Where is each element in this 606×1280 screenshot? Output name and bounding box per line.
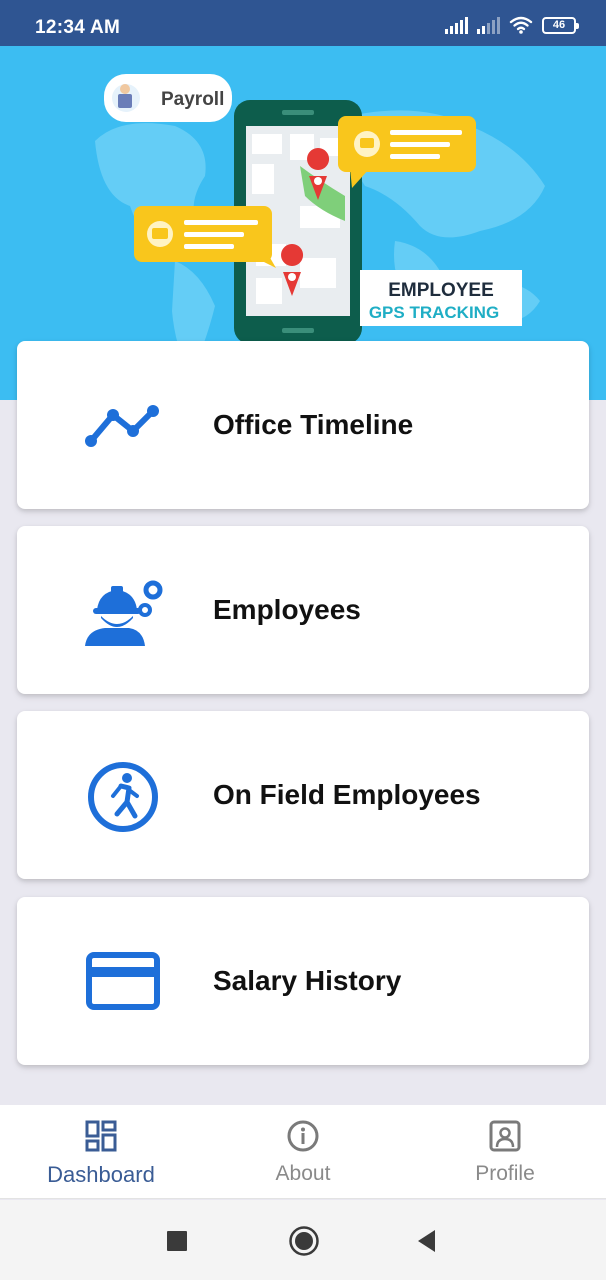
nav-dashboard-label: Dashboard (47, 1162, 155, 1187)
svg-text:Payroll: Payroll (161, 89, 224, 110)
home-circle-icon[interactable] (288, 1225, 320, 1257)
employee-gear-icon (85, 580, 163, 646)
battery-icon: 46 (542, 17, 579, 34)
on-field-employees-card[interactable]: On Field Employees (17, 711, 589, 879)
nav-dashboard[interactable]: Dashboard (0, 1105, 202, 1199)
status-icons: 46 (445, 14, 579, 34)
svg-text:EMPLOYEE: EMPLOYEE (388, 280, 494, 301)
signal-icon (445, 16, 468, 34)
nav-profile-label: Profile (475, 1162, 535, 1185)
employees-card[interactable]: Employees (17, 526, 589, 694)
nav-profile[interactable]: Profile (404, 1105, 606, 1199)
status-time: 12:34 AM (35, 17, 121, 38)
nav-about[interactable]: About (202, 1105, 404, 1199)
back-triangle-icon[interactable] (414, 1228, 440, 1254)
profile-icon (489, 1120, 521, 1152)
bottom-navigation: Dashboard About Profile (0, 1105, 606, 1199)
office-timeline-card[interactable]: Office Timeline (17, 341, 589, 509)
dashboard-icon (85, 1120, 117, 1152)
salary-history-card[interactable]: Salary History (17, 897, 589, 1065)
signal-icon (477, 16, 500, 34)
credit-card-icon (86, 952, 160, 1010)
on-field-employees-label: On Field Employees (213, 779, 481, 810)
nav-about-label: About (275, 1162, 331, 1185)
running-person-icon (88, 762, 158, 832)
employees-label: Employees (213, 594, 361, 625)
info-icon (287, 1120, 319, 1152)
svg-text:GPS TRACKING: GPS TRACKING (369, 303, 499, 322)
recents-square-icon[interactable] (164, 1228, 190, 1254)
status-bar: 12:34 AM 46 (0, 0, 606, 46)
timeline-icon (85, 405, 159, 447)
office-timeline-label: Office Timeline (213, 409, 414, 440)
system-navigation-bar (0, 1200, 606, 1280)
salary-history-label: Salary History (213, 965, 402, 996)
wifi-icon (509, 16, 533, 34)
